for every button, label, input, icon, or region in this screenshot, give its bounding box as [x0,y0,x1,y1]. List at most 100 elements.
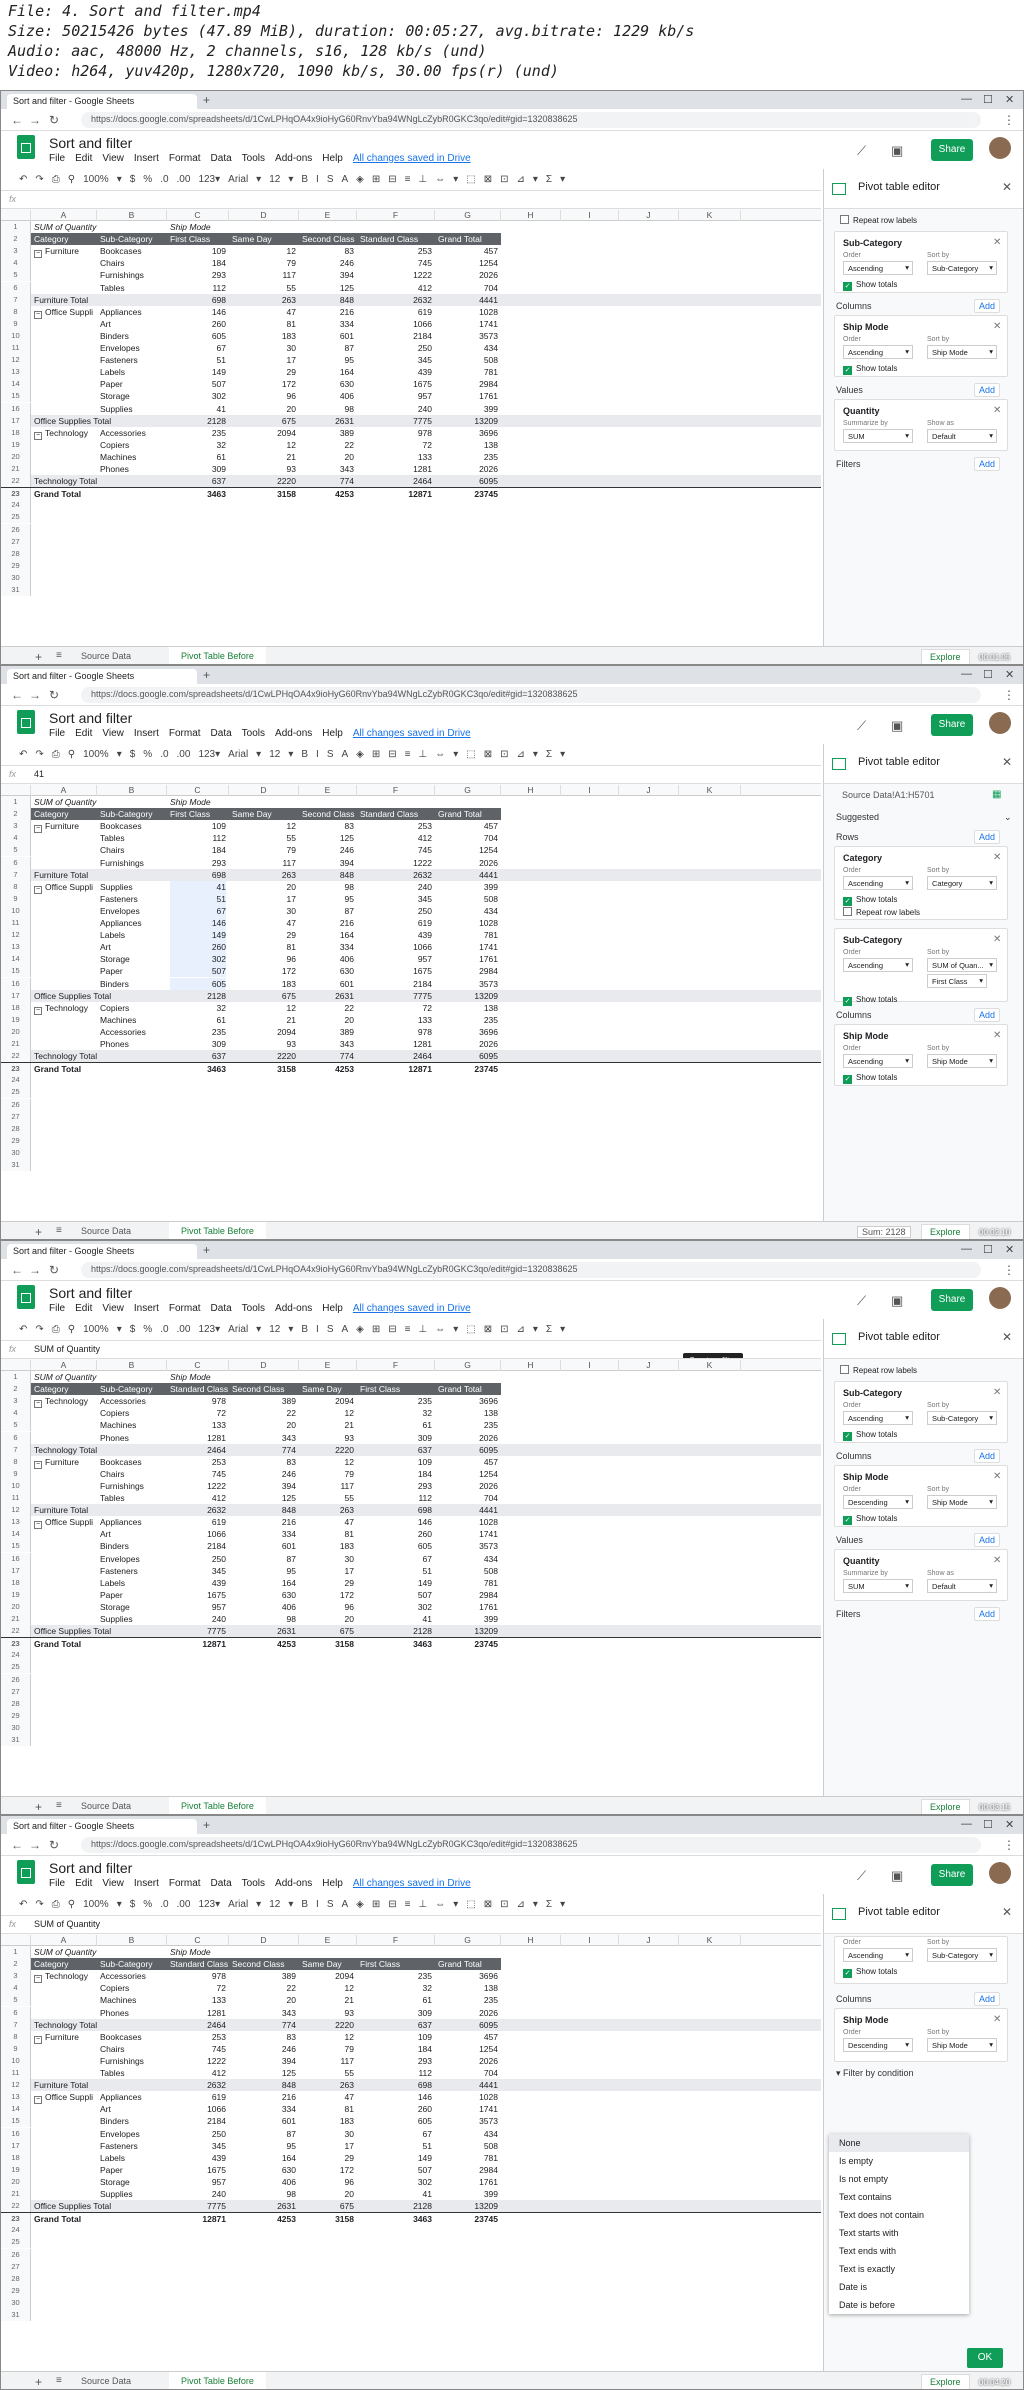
row-number[interactable]: 27 [1,535,31,548]
cell[interactable]: 246 [232,1468,296,1480]
cell[interactable] [34,2067,94,2079]
row-number[interactable]: 1 [1,1371,31,1383]
cell[interactable]: Supplies [100,881,164,893]
save-status-link[interactable]: All changes saved in Drive [353,1303,471,1314]
cell[interactable]: 2026 [438,1480,498,1492]
toolbar-button[interactable]: ⊿ [516,1324,524,1335]
cell[interactable]: 293 [170,857,226,869]
cell[interactable] [34,1613,94,1625]
sheets-logo-icon[interactable] [17,1285,35,1309]
order-dropdown[interactable]: Descending [843,1495,913,1509]
cell[interactable] [302,796,354,808]
cell[interactable]: 81 [302,2103,354,2115]
add-field-button[interactable]: Add [974,383,1001,397]
cell[interactable]: 55 [232,832,296,844]
cell[interactable]: 1222 [170,1480,226,1492]
column-header[interactable]: E [299,785,357,796]
cell[interactable]: 87 [232,1553,296,1565]
cell[interactable]: Appliances [100,917,164,929]
cell[interactable]: 253 [360,245,432,257]
cell[interactable]: 605 [170,330,226,342]
cell[interactable]: − Technology [34,1395,94,1409]
cell[interactable]: 334 [232,2103,296,2115]
toolbar-button[interactable]: ▾ [533,174,538,185]
cell[interactable]: Category [34,1383,94,1395]
cell[interactable]: 412 [360,832,432,844]
row-number[interactable]: 16 [1,402,31,415]
reload-icon[interactable]: ↻ [49,688,59,702]
column-header[interactable]: C [167,210,229,221]
cell[interactable]: Same Day [232,233,296,245]
toolbar-button[interactable]: ◈ [356,749,364,760]
activity-icon[interactable]: ⟋ [857,1868,866,1884]
cell[interactable] [34,342,94,354]
column-header[interactable]: F [357,1935,435,1946]
menu-edit[interactable]: Edit [75,153,92,164]
toolbar-button[interactable]: 100% [83,174,109,185]
cell[interactable]: Supplies [100,2188,164,2200]
cell[interactable]: 172 [302,2164,354,2176]
menu-insert[interactable]: Insert [134,153,159,164]
row-number[interactable]: 20 [1,2175,31,2188]
toolbar-button[interactable]: ⊡ [500,1899,508,1910]
cell[interactable] [438,796,498,808]
order-dropdown[interactable]: Ascending [843,261,913,275]
column-header[interactable]: H [501,785,561,796]
reload-icon[interactable]: ↻ [49,1838,59,1852]
cell[interactable]: 32 [170,439,226,451]
cell[interactable]: 184 [360,2043,432,2055]
toolbar-button[interactable]: $ [130,749,136,760]
cell[interactable]: 29 [232,929,296,941]
toolbar-button[interactable]: ▾ [117,749,122,760]
row-number[interactable]: 12 [1,354,31,367]
cell[interactable]: 389 [302,1026,354,1038]
cell[interactable]: Phones [100,1038,164,1050]
cell[interactable]: 6095 [438,1444,498,1456]
menu-insert[interactable]: Insert [134,1303,159,1314]
cell[interactable]: 172 [232,378,296,390]
cell[interactable]: 72 [360,439,432,451]
cell[interactable]: 260 [170,941,226,954]
cell[interactable]: 4441 [438,294,498,306]
cell[interactable]: Machines [100,1419,164,1431]
cell[interactable]: 21 [302,1994,354,2006]
cell[interactable]: 978 [170,1395,226,1407]
row-number[interactable]: 26 [1,1673,31,1686]
toolbar-button[interactable]: ▾ [288,749,293,760]
cell[interactable]: 2984 [438,2164,498,2176]
cell[interactable]: 704 [438,832,498,844]
cell[interactable] [34,1577,94,1589]
cell[interactable]: 1028 [438,917,498,929]
row-number[interactable]: 17 [1,2139,31,2152]
column-header[interactable]: D [229,1360,299,1371]
cell[interactable]: 263 [232,294,296,306]
repeat-labels-checkbox[interactable]: Repeat row labels [843,907,920,917]
cell[interactable]: 2184 [360,330,432,342]
cell[interactable]: 246 [302,844,354,856]
cell[interactable]: 51 [360,1565,432,1577]
row-number[interactable]: 12 [1,2079,31,2092]
cell[interactable]: − Technology [34,427,94,440]
row-number[interactable]: 27 [1,1685,31,1698]
sheet-tab-pivot[interactable]: Pivot Table Before [169,1222,266,1239]
cell[interactable]: 79 [302,2043,354,2055]
cell[interactable]: Ship Mode [170,1371,226,1383]
cell[interactable]: 619 [360,306,432,318]
cell[interactable] [34,917,94,929]
cell[interactable]: 146 [170,306,226,318]
cell[interactable] [34,2055,94,2067]
cell[interactable]: 95 [302,354,354,366]
cell[interactable]: 2184 [360,978,432,990]
cell[interactable]: 309 [170,463,226,475]
cell[interactable]: Tables [100,2067,164,2079]
row-number[interactable]: 16 [1,2127,31,2140]
cell[interactable]: 4441 [438,869,498,881]
minimize-icon[interactable]: — [961,1818,972,1830]
cell[interactable]: 412 [170,2067,226,2079]
column-header[interactable]: K [679,210,741,221]
column-header[interactable]: A [31,785,97,796]
order-dropdown[interactable]: Descending [843,2038,913,2052]
toolbar-button[interactable]: ▾ [256,1899,261,1910]
row-number[interactable]: 26 [1,2248,31,2261]
cell[interactable]: 6095 [438,475,498,487]
